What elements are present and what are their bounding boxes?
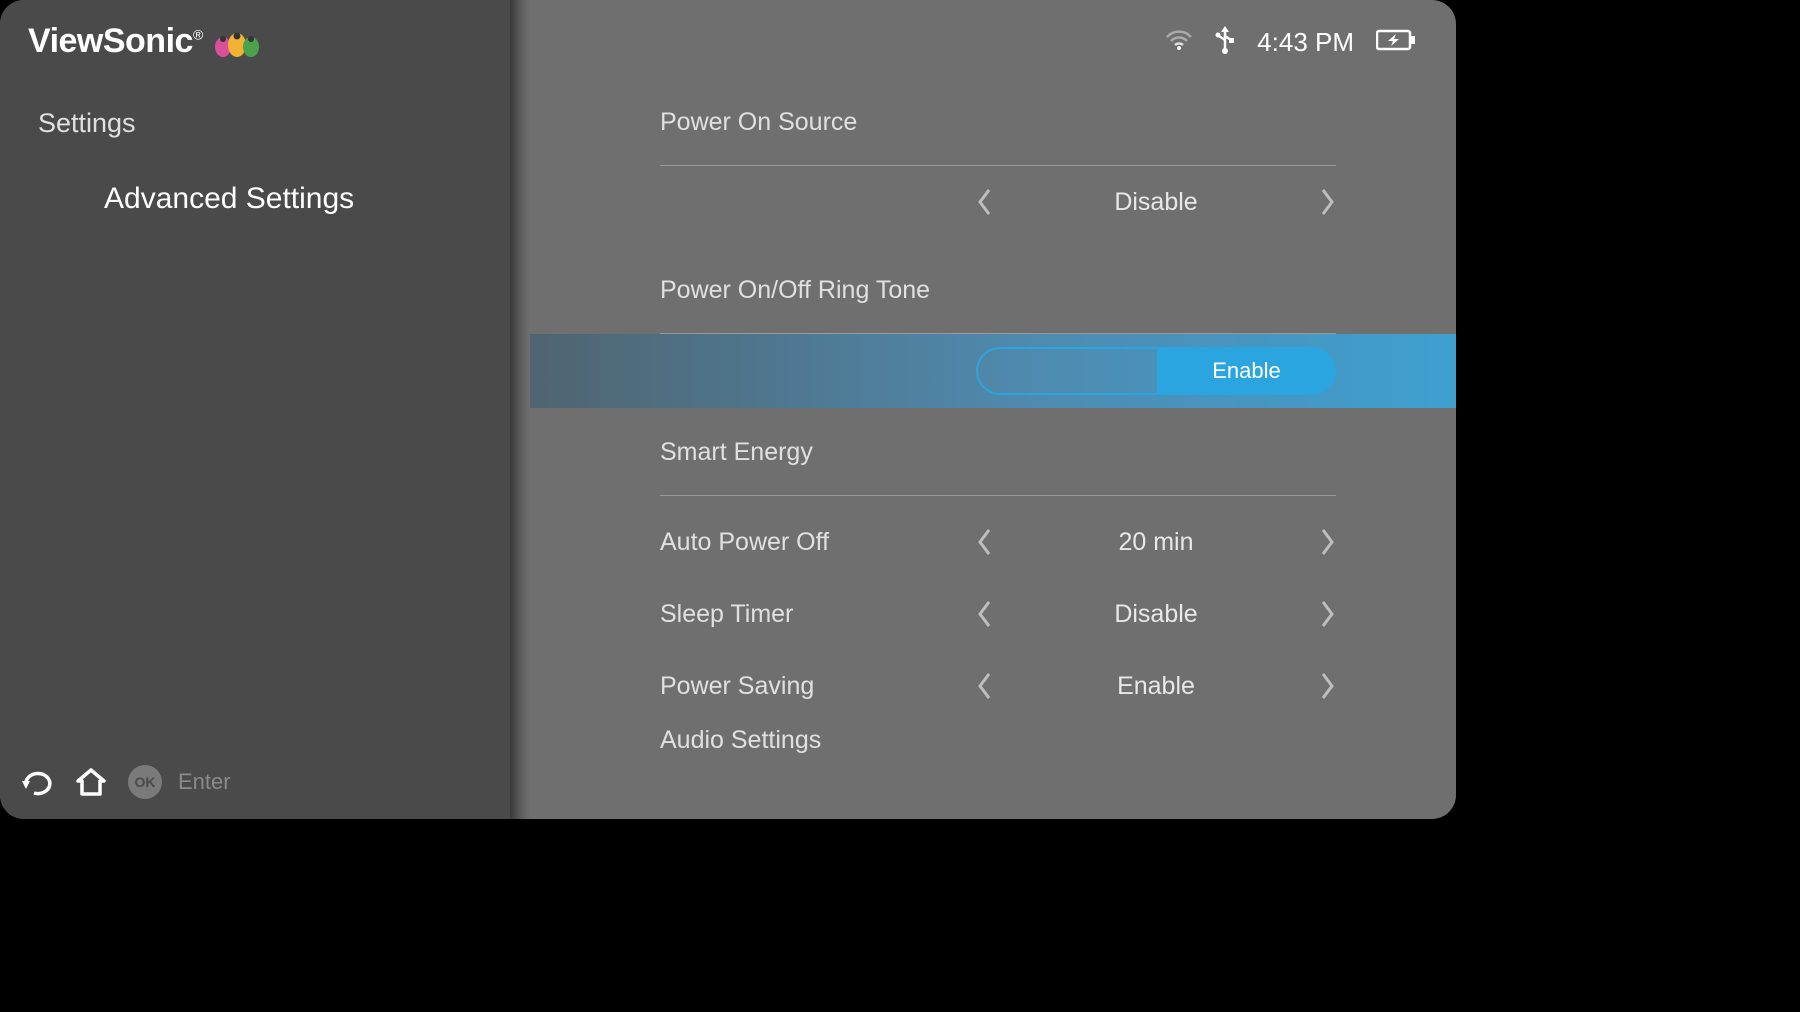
ring-tone-toggle[interactable]: Enable <box>976 347 1336 395</box>
audio-settings-header[interactable]: Audio Settings <box>660 726 1336 755</box>
wifi-icon <box>1165 29 1193 56</box>
power-saving-picker: Enable <box>976 671 1336 701</box>
chevron-left-icon[interactable] <box>976 527 994 557</box>
chevron-right-icon[interactable] <box>1318 671 1336 701</box>
auto-power-off-picker: 20 min <box>976 527 1336 557</box>
panel-divider <box>510 0 530 819</box>
brand-text: ViewSonic® <box>28 22 203 61</box>
status-bar: 4:43 PM <box>1165 26 1416 59</box>
ring-tone-toggle-off[interactable] <box>976 347 1157 395</box>
ring-tone-row[interactable]: Enable <box>530 334 1456 408</box>
ring-tone-toggle-on[interactable]: Enable <box>1157 347 1336 395</box>
screen: ViewSonic® Settings Advanced Settings OK… <box>0 0 1456 819</box>
ok-badge-icon: OK <box>128 765 162 799</box>
power-on-source-value: Disable <box>994 188 1318 217</box>
sidebar-title: Settings <box>38 108 136 139</box>
chevron-left-icon[interactable] <box>976 599 994 629</box>
power-saving-value: Enable <box>994 672 1318 701</box>
brand-logo-icon <box>209 25 265 59</box>
sidebar-subtitle: Advanced Settings <box>104 182 354 216</box>
ring-tone-header: Power On/Off Ring Tone <box>660 276 1336 334</box>
brand-name: ViewSonic <box>28 22 193 60</box>
footer-bar: OK Enter <box>20 765 231 799</box>
settings-content: Power On Source Disable Power On/Off Rin… <box>660 108 1336 755</box>
power-saving-row[interactable]: Power Saving Enable <box>660 650 1336 722</box>
battery-icon <box>1376 29 1416 56</box>
sleep-timer-picker: Disable <box>976 599 1336 629</box>
chevron-left-icon[interactable] <box>976 187 994 217</box>
sleep-timer-label: Sleep Timer <box>660 600 976 629</box>
chevron-right-icon[interactable] <box>1318 527 1336 557</box>
usb-icon <box>1215 26 1235 59</box>
smart-energy-header: Smart Energy <box>660 438 1336 496</box>
auto-power-off-row[interactable]: Auto Power Off 20 min <box>660 506 1336 578</box>
brand: ViewSonic® <box>28 22 265 61</box>
main-panel: 4:43 PM Power On Source Disable Power On… <box>530 0 1456 819</box>
chevron-right-icon[interactable] <box>1318 187 1336 217</box>
power-on-source-header: Power On Source <box>660 108 1336 166</box>
back-icon[interactable] <box>20 767 54 797</box>
power-saving-label: Power Saving <box>660 672 976 701</box>
auto-power-off-value: 20 min <box>994 528 1318 557</box>
enter-label: Enter <box>178 769 231 795</box>
sleep-timer-row[interactable]: Sleep Timer Disable <box>660 578 1336 650</box>
status-time: 4:43 PM <box>1257 27 1354 58</box>
auto-power-off-label: Auto Power Off <box>660 528 976 557</box>
home-icon[interactable] <box>74 767 108 797</box>
sleep-timer-value: Disable <box>994 600 1318 629</box>
smart-energy-list: Auto Power Off 20 min Sleep Timer Disabl… <box>660 506 1336 722</box>
power-on-source-row[interactable]: Disable <box>660 166 1336 238</box>
sidebar: ViewSonic® Settings Advanced Settings OK… <box>0 0 510 819</box>
power-on-source-picker: Disable <box>976 187 1336 217</box>
chevron-left-icon[interactable] <box>976 671 994 701</box>
chevron-right-icon[interactable] <box>1318 599 1336 629</box>
